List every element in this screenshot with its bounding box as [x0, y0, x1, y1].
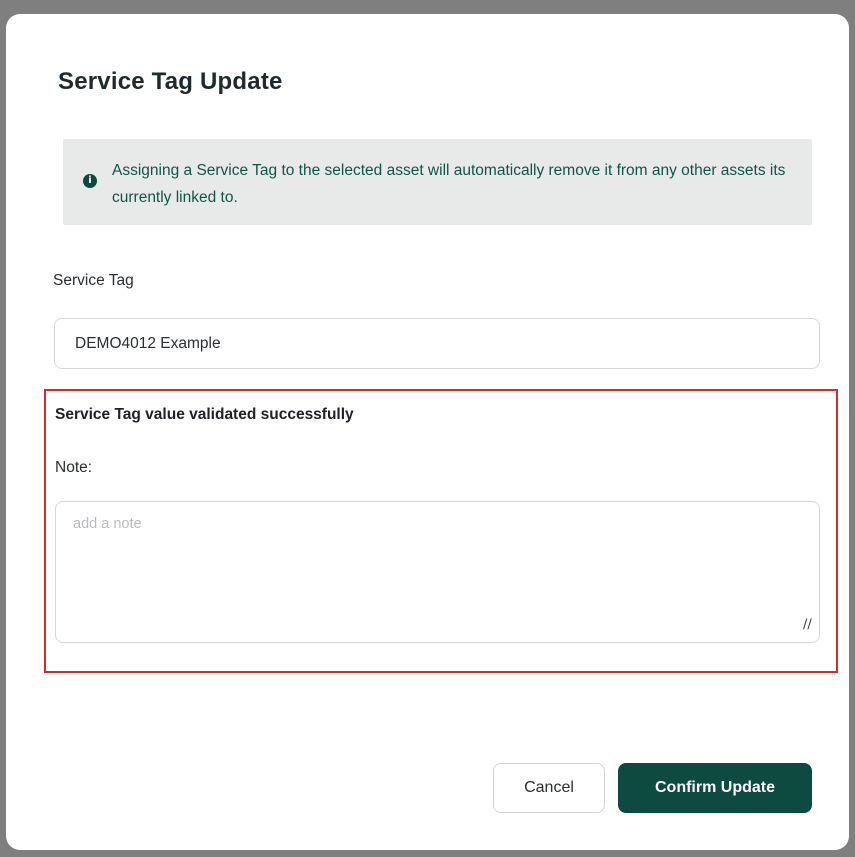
service-tag-update-dialog: Service Tag Update i Assigning a Service…: [6, 14, 849, 850]
info-banner: i Assigning a Service Tag to the selecte…: [63, 139, 812, 225]
resize-handle-icon[interactable]: ∕∕: [803, 618, 815, 631]
confirm-update-button[interactable]: Confirm Update: [618, 763, 812, 813]
note-textarea[interactable]: [55, 501, 820, 643]
service-tag-label: Service Tag: [53, 272, 134, 289]
validation-highlight-box: Service Tag value validated successfully…: [44, 389, 838, 673]
info-message: Assigning a Service Tag to the selected …: [112, 162, 786, 206]
validation-message: Service Tag value validated successfully: [55, 406, 354, 423]
cancel-button[interactable]: Cancel: [493, 763, 605, 813]
dialog-title: Service Tag Update: [58, 68, 283, 95]
service-tag-input[interactable]: [54, 318, 820, 369]
info-circle-icon: i: [83, 174, 97, 188]
note-label: Note:: [55, 459, 93, 476]
